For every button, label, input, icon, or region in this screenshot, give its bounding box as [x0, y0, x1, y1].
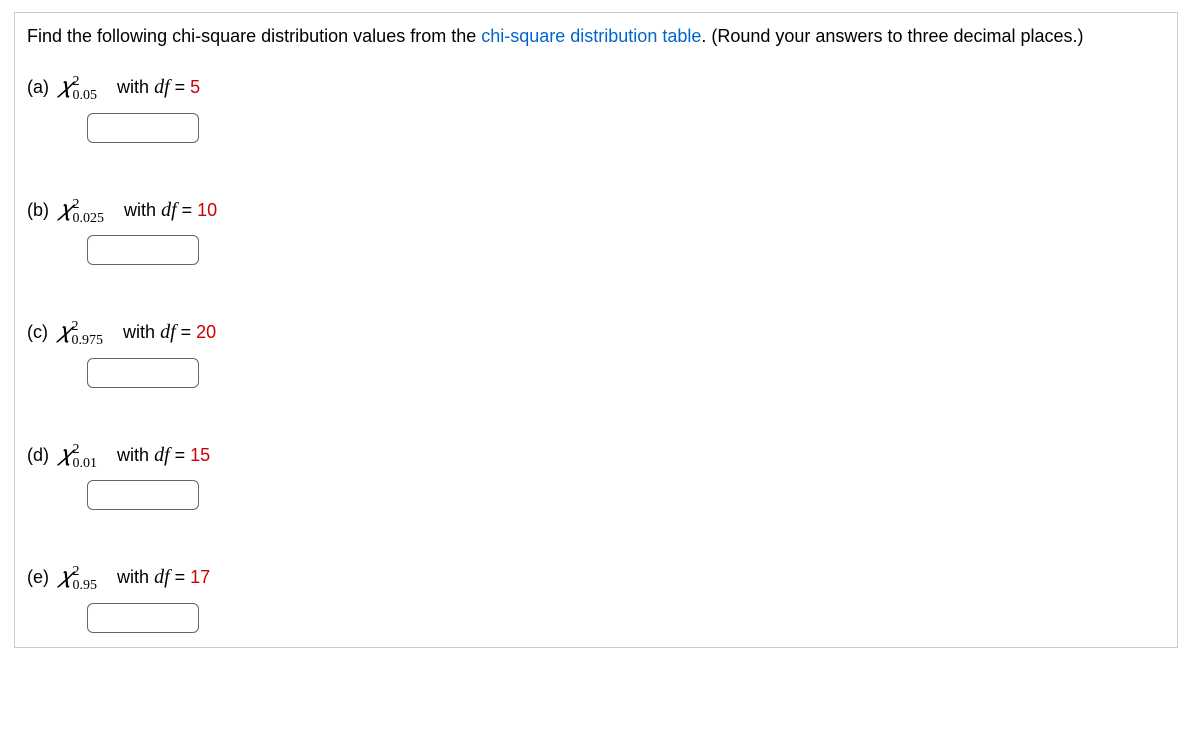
chi-base: 𝜒	[59, 441, 72, 466]
part-label: (e)	[27, 566, 49, 589]
answer-input-d[interactable]	[87, 480, 199, 510]
chi-base: 𝜒	[59, 563, 72, 588]
question-a-text: (a) 𝜒20.05 with df = 5	[27, 72, 1165, 101]
with-df: with df = 20	[123, 319, 216, 345]
question-e: (e) 𝜒20.95 with df = 17	[27, 562, 1165, 633]
eq-sign: =	[177, 200, 198, 220]
chi-sub: 0.025	[73, 211, 105, 226]
part-label: (c)	[27, 321, 48, 344]
answer-input-b[interactable]	[87, 235, 199, 265]
eq-sign: =	[176, 322, 197, 342]
question-b-text: (b) 𝜒20.025 with df = 10	[27, 195, 1165, 224]
with-word: with	[117, 77, 149, 97]
with-df: with df = 5	[117, 74, 200, 100]
chi-sub: 0.95	[73, 578, 98, 593]
df-value: 15	[190, 445, 210, 465]
with-word: with	[117, 567, 149, 587]
question-a: (a) 𝜒20.05 with df = 5	[27, 72, 1165, 143]
eq-sign: =	[170, 445, 191, 465]
df-label: df	[154, 566, 170, 588]
answer-input-e[interactable]	[87, 603, 199, 633]
answer-input-a[interactable]	[87, 113, 199, 143]
with-df: with df = 10	[124, 197, 217, 223]
answer-input-c[interactable]	[87, 358, 199, 388]
df-label: df	[154, 444, 170, 466]
instructions-prefix: Find the following chi-square distributi…	[27, 26, 481, 46]
chi-sup: 2	[72, 319, 79, 334]
part-label: (b)	[27, 199, 49, 222]
df-value: 20	[196, 322, 216, 342]
with-df: with df = 15	[117, 442, 210, 468]
df-label: df	[160, 321, 176, 343]
chi-square-symbol: 𝜒20.05	[59, 72, 107, 101]
question-d: (d) 𝜒20.01 with df = 15	[27, 440, 1165, 511]
chi-base: 𝜒	[58, 318, 71, 343]
instructions-text: Find the following chi-square distributi…	[27, 23, 1165, 50]
eq-sign: =	[170, 567, 191, 587]
question-b: (b) 𝜒20.025 with df = 10	[27, 195, 1165, 266]
with-word: with	[123, 322, 155, 342]
chi-square-symbol: 𝜒20.95	[59, 562, 107, 591]
question-c-text: (c) 𝜒20.975 with df = 20	[27, 317, 1165, 346]
question-container: Find the following chi-square distributi…	[14, 12, 1178, 648]
chi-square-symbol: 𝜒20.01	[59, 440, 107, 469]
chi-base: 𝜒	[59, 196, 72, 221]
part-label: (a)	[27, 76, 49, 99]
chi-sup: 2	[73, 197, 80, 212]
chi-sup: 2	[73, 442, 80, 457]
df-value: 5	[190, 77, 200, 97]
chi-sub: 0.05	[73, 88, 98, 103]
chi-base: 𝜒	[59, 73, 72, 98]
chi-square-table-link[interactable]: chi-square distribution table	[481, 26, 701, 46]
part-label: (d)	[27, 444, 49, 467]
with-df: with df = 17	[117, 564, 210, 590]
df-label: df	[154, 76, 170, 98]
with-word: with	[117, 445, 149, 465]
chi-sup: 2	[73, 74, 80, 89]
df-label: df	[161, 199, 177, 221]
eq-sign: =	[170, 77, 191, 97]
chi-sub: 0.01	[73, 456, 98, 471]
question-c: (c) 𝜒20.975 with df = 20	[27, 317, 1165, 388]
with-word: with	[124, 200, 156, 220]
question-d-text: (d) 𝜒20.01 with df = 15	[27, 440, 1165, 469]
instructions-suffix: . (Round your answers to three decimal p…	[701, 26, 1083, 46]
question-e-text: (e) 𝜒20.95 with df = 17	[27, 562, 1165, 591]
chi-square-symbol: 𝜒20.975	[58, 317, 113, 346]
chi-square-symbol: 𝜒20.025	[59, 195, 114, 224]
df-value: 10	[197, 200, 217, 220]
chi-sub: 0.975	[72, 333, 104, 348]
df-value: 17	[190, 567, 210, 587]
